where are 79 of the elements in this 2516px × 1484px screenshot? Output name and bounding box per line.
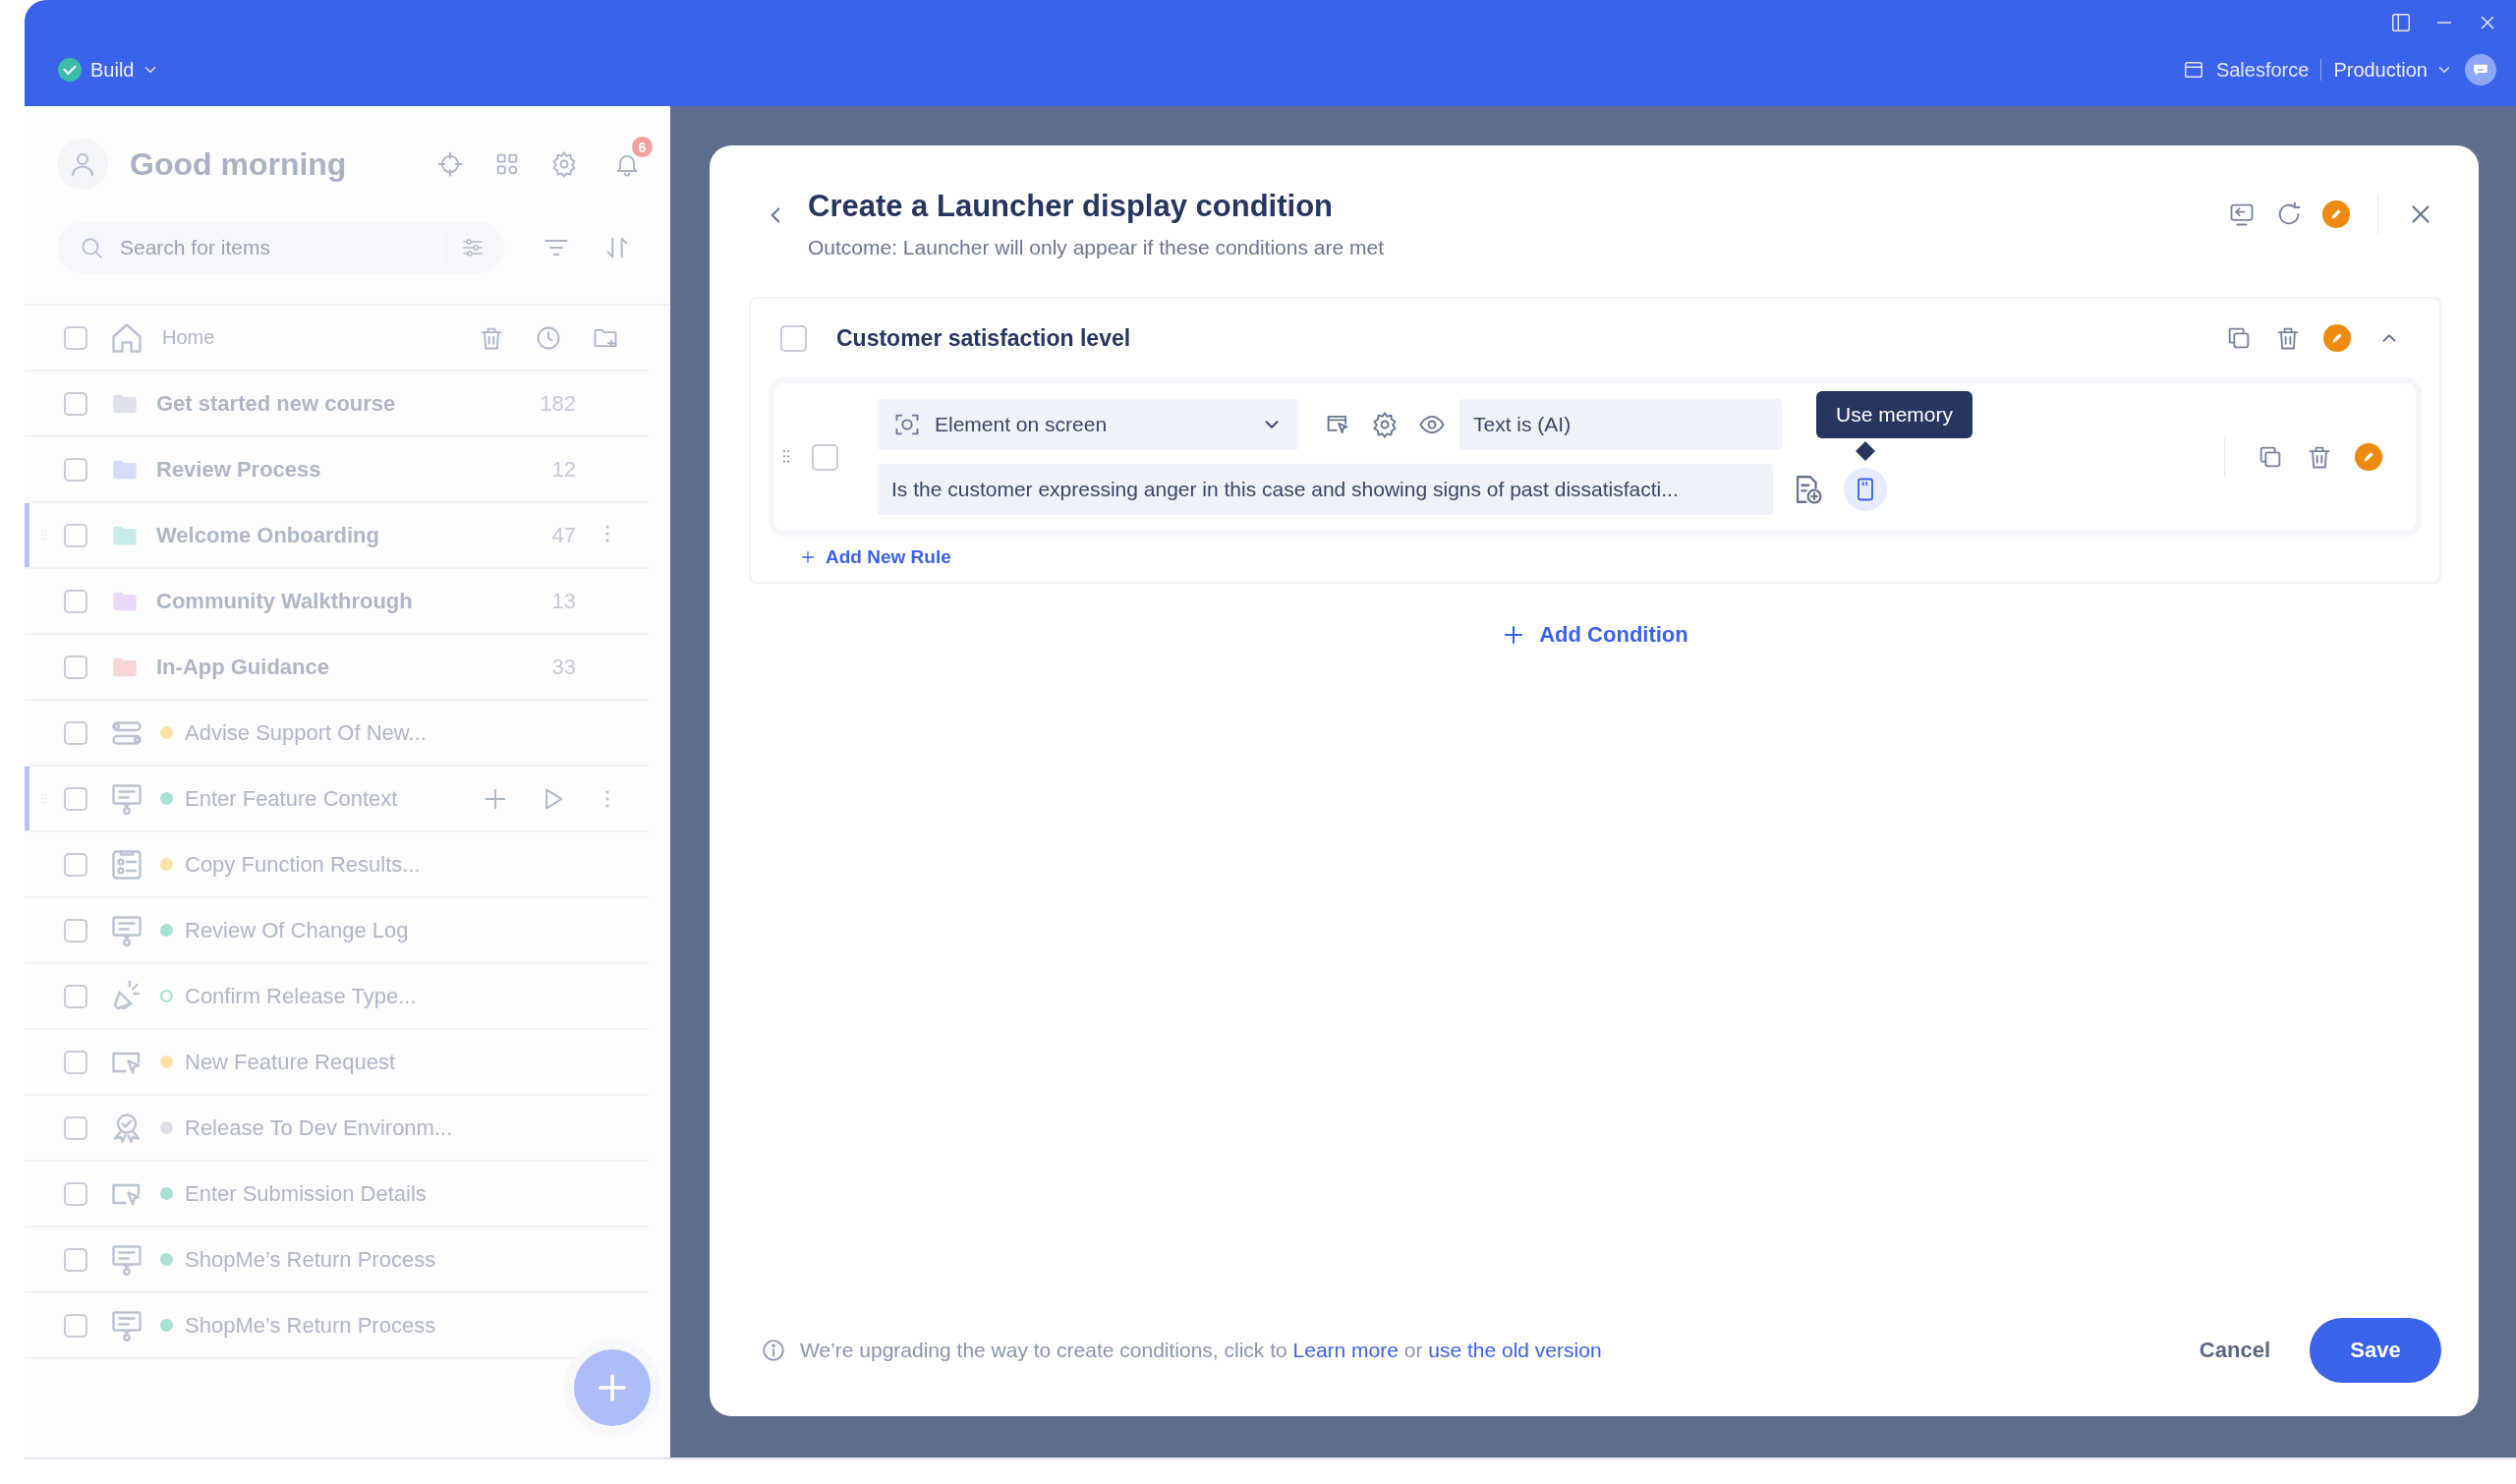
chat-button[interactable] bbox=[2465, 54, 2496, 86]
learn-more-link[interactable]: Learn more bbox=[1292, 1339, 1399, 1361]
checkbox[interactable] bbox=[64, 1050, 87, 1074]
checkbox[interactable] bbox=[64, 852, 87, 877]
checkbox[interactable] bbox=[64, 1313, 87, 1338]
plus-icon bbox=[800, 549, 816, 565]
value-field[interactable]: Is the customer expressing anger in this case and showing signs of past dissatisfacti... bbox=[878, 464, 1773, 515]
breadcrumb-label[interactable]: Home bbox=[162, 326, 215, 349]
list-item[interactable]: Advise Support Of New... bbox=[25, 701, 649, 767]
notification-badge: 6 bbox=[632, 137, 653, 157]
condition-title: Customer satisfaction level bbox=[836, 324, 1131, 352]
environment-dropdown[interactable]: Production bbox=[2333, 58, 2453, 82]
list-item[interactable]: Review Of Change Log bbox=[25, 898, 649, 964]
item-name[interactable]: Enter Feature Context bbox=[185, 785, 398, 812]
search-field[interactable]: Search for items bbox=[57, 222, 504, 273]
avatar[interactable] bbox=[57, 139, 108, 190]
checkbox[interactable] bbox=[64, 589, 87, 613]
operator-field[interactable]: Text is (AI) bbox=[1459, 399, 1782, 450]
checkbox[interactable] bbox=[780, 324, 807, 352]
checkbox[interactable] bbox=[64, 984, 87, 1008]
list-item[interactable]: New Feature Request bbox=[25, 1030, 649, 1096]
item-name[interactable]: ShopMe’s Return Process bbox=[185, 1312, 436, 1339]
list-item[interactable]: Copy Function Results... bbox=[25, 832, 649, 898]
item-name[interactable]: Advise Support Of New... bbox=[185, 719, 427, 746]
edit-icon[interactable] bbox=[2323, 324, 2351, 352]
window-icon bbox=[2182, 59, 2204, 81]
edit-icon[interactable] bbox=[2322, 200, 2350, 228]
settings-icon[interactable] bbox=[550, 150, 578, 178]
checkbox[interactable] bbox=[64, 325, 87, 350]
checkbox[interactable] bbox=[64, 655, 87, 679]
edit-icon[interactable] bbox=[2355, 443, 2382, 471]
list-item[interactable]: Enter Submission Details bbox=[25, 1162, 649, 1227]
checkbox[interactable] bbox=[812, 443, 838, 471]
checkbox[interactable] bbox=[64, 391, 87, 416]
item-name[interactable]: New Feature Request bbox=[185, 1049, 395, 1075]
checkbox[interactable] bbox=[64, 1247, 87, 1272]
list-item[interactable]: Enter Feature Context bbox=[25, 767, 649, 832]
checkbox[interactable] bbox=[64, 457, 87, 482]
folder-name[interactable]: Review Process bbox=[156, 456, 321, 483]
item-name[interactable]: Copy Function Results... bbox=[185, 851, 421, 878]
folder-name[interactable]: Get started new course bbox=[156, 390, 396, 417]
item-name[interactable]: Release To Dev Environm... bbox=[185, 1114, 453, 1141]
add-condition-button[interactable]: Add Condition bbox=[1496, 621, 1694, 649]
checkbox[interactable] bbox=[64, 523, 87, 547]
checkbox[interactable] bbox=[64, 1115, 87, 1140]
save-button[interactable]: Save bbox=[2310, 1318, 2441, 1383]
add-rule-button[interactable]: Add New Rule bbox=[800, 546, 951, 568]
list-item[interactable]: Confirm Release Type... bbox=[25, 964, 649, 1030]
list-item[interactable]: ShopMe’s Return Process bbox=[25, 1227, 649, 1293]
checkbox[interactable] bbox=[64, 918, 87, 942]
dialog-title: Create a Launcher display condition bbox=[808, 189, 1334, 224]
item-name[interactable]: ShopMe’s Return Process bbox=[185, 1246, 436, 1273]
memory-button[interactable] bbox=[1844, 468, 1887, 511]
folder-name[interactable]: In-App Guidance bbox=[156, 654, 329, 680]
checkbox[interactable] bbox=[64, 786, 87, 811]
check-circle-icon bbox=[57, 57, 83, 83]
checkbox[interactable] bbox=[64, 720, 87, 745]
dialog-subtitle: Outcome: Launcher will only appear if these conditions are met bbox=[808, 236, 1384, 259]
list-item[interactable]: Release To Dev Environm... bbox=[25, 1096, 649, 1162]
type-dropdown[interactable]: Element on screen bbox=[878, 399, 1298, 450]
old-version-link[interactable]: use the old version bbox=[1428, 1339, 1602, 1361]
tooltip: Use memory bbox=[1816, 391, 1973, 438]
checkbox[interactable] bbox=[64, 1181, 87, 1206]
settings-icon[interactable] bbox=[1371, 411, 1399, 438]
info-icon bbox=[761, 1338, 786, 1363]
item-name[interactable]: Review Of Change Log bbox=[185, 917, 409, 943]
search-input[interactable]: Search for items bbox=[118, 235, 432, 260]
platform-label[interactable]: Salesforce bbox=[2215, 58, 2310, 82]
notice-text: We’re upgrading the way to create conditions, click to Learn more or use the old version bbox=[800, 1339, 1602, 1362]
target-icon[interactable] bbox=[436, 150, 464, 178]
item-name[interactable]: Confirm Release Type... bbox=[185, 983, 417, 1009]
layout-icon[interactable] bbox=[2390, 12, 2412, 33]
status-dropdown[interactable]: Build bbox=[57, 57, 160, 83]
cancel-button[interactable]: Cancel bbox=[2193, 1337, 2276, 1364]
greeting-text: Good morning bbox=[130, 145, 347, 183]
folder-name[interactable]: Community Walkthrough bbox=[156, 588, 413, 614]
folder-name[interactable]: Welcome Onboarding bbox=[156, 522, 379, 548]
item-name[interactable]: Enter Submission Details bbox=[185, 1180, 427, 1207]
filter-settings-icon[interactable] bbox=[461, 236, 485, 259]
